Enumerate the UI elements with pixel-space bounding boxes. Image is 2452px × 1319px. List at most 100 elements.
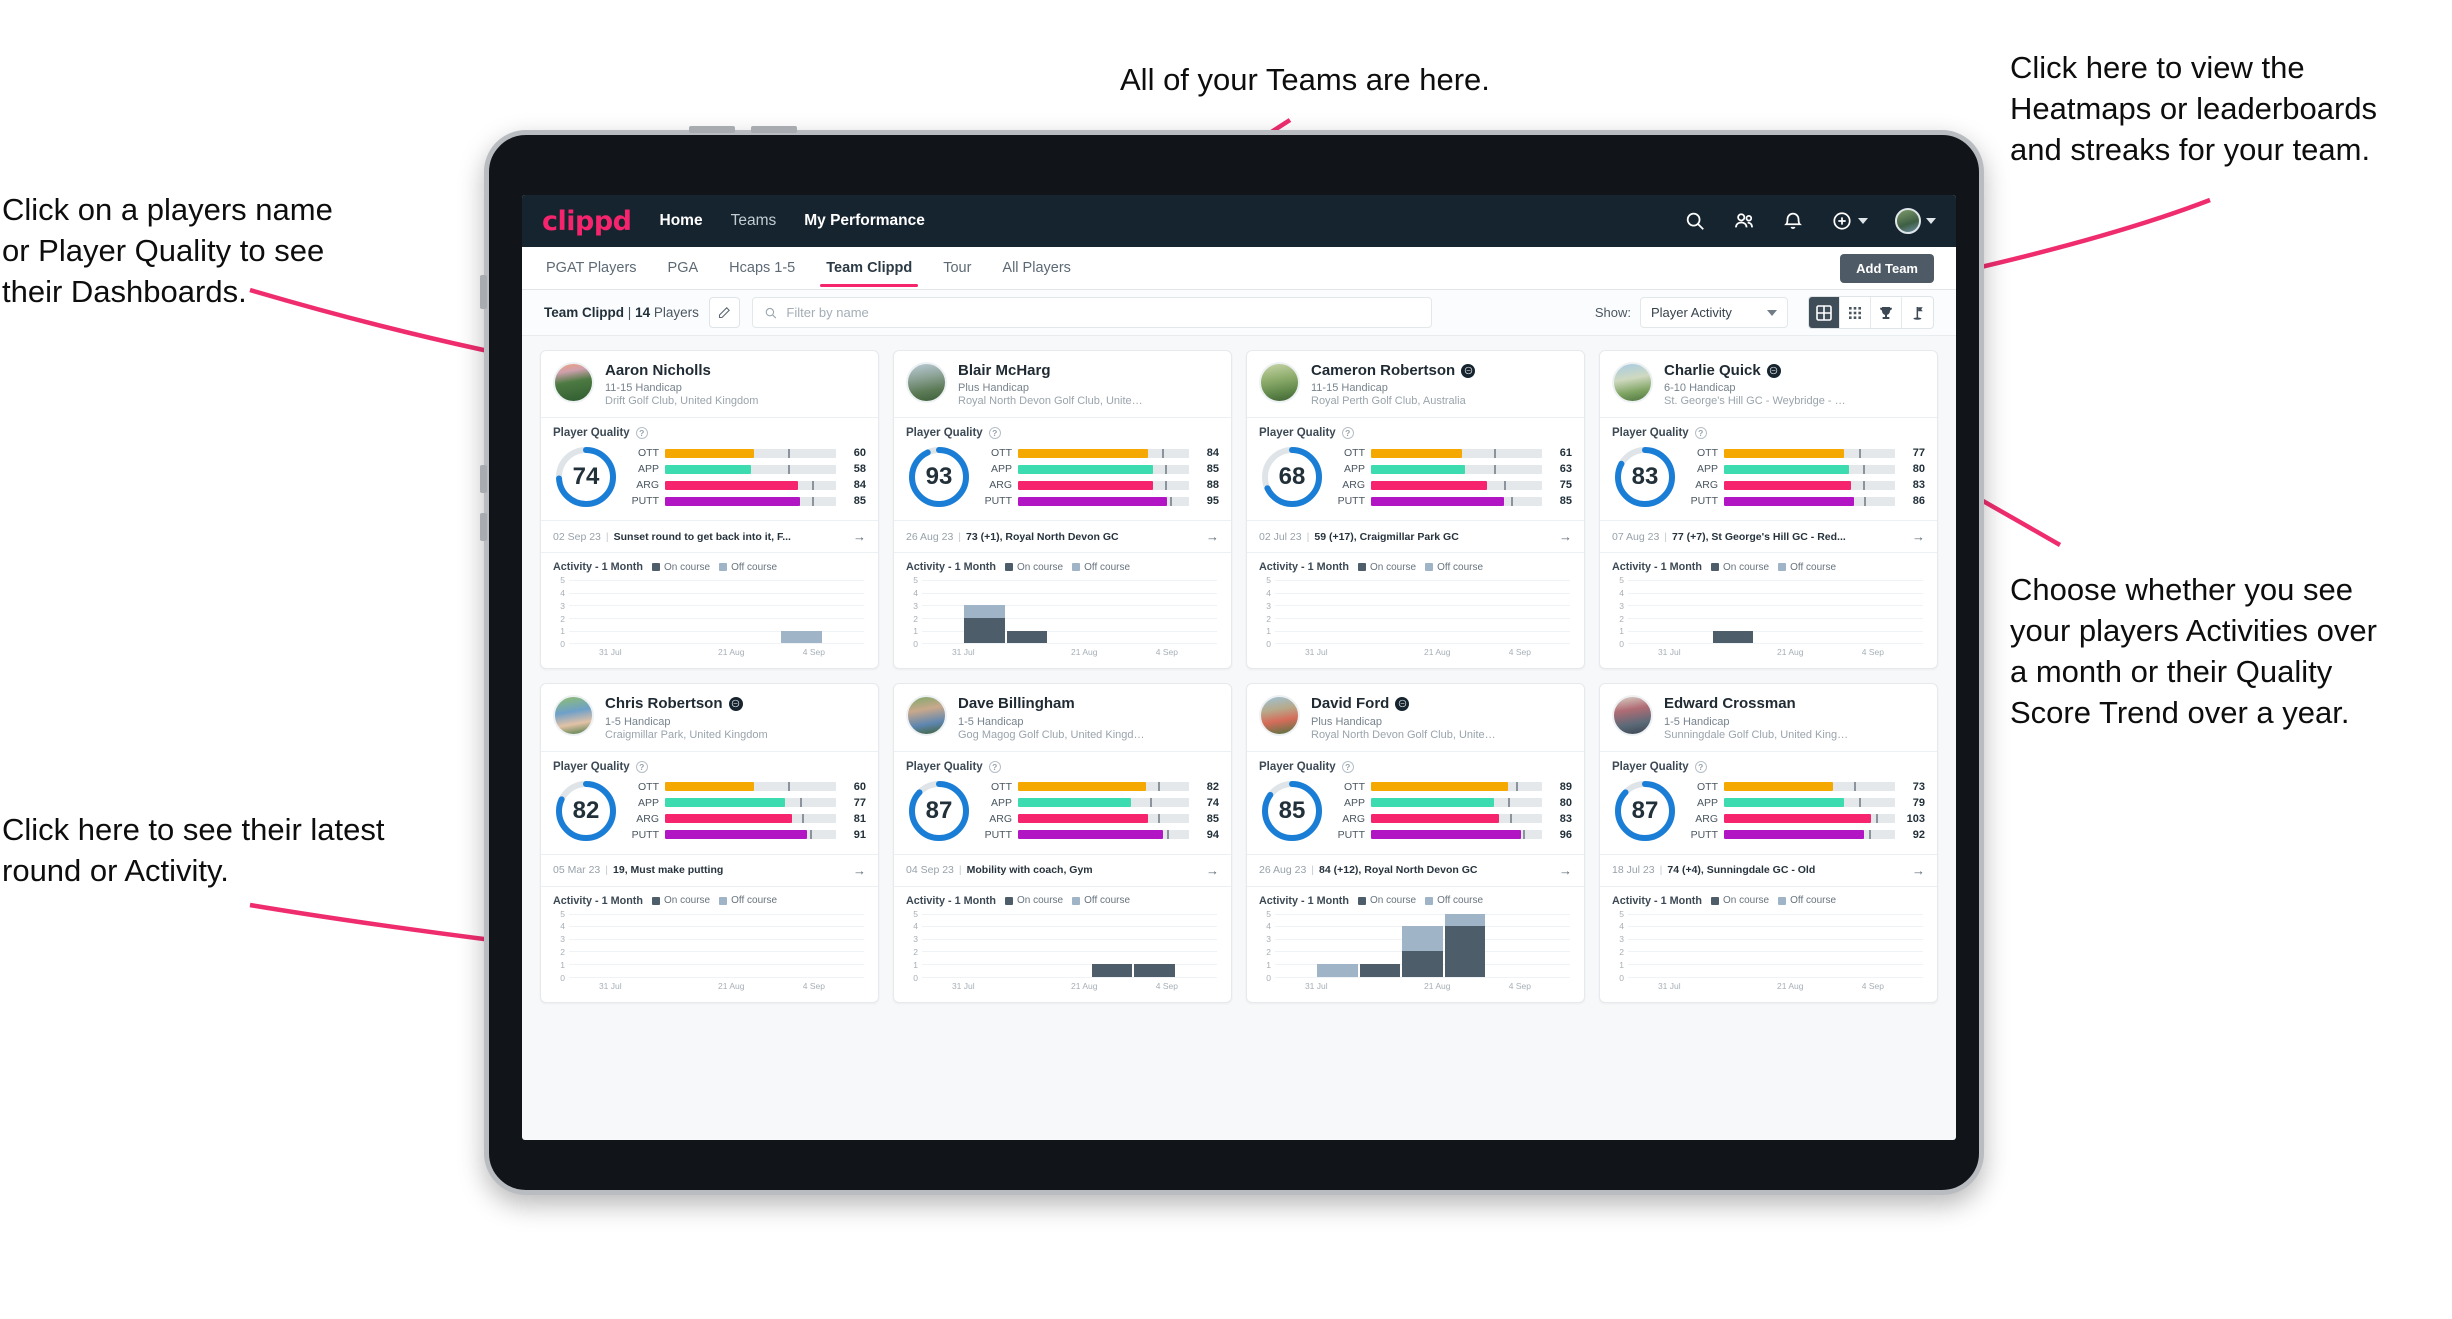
player-name-row[interactable]: Aaron Nicholls — [605, 362, 758, 379]
player-name[interactable]: Cameron Robertson — [1311, 362, 1455, 379]
player-card[interactable]: Cameron Robertson 11-15 Handicap Royal Per… — [1246, 350, 1585, 670]
help-icon[interactable]: ? — [635, 760, 648, 773]
player-avatar[interactable] — [553, 695, 594, 737]
player-card-header[interactable]: David Ford Plus Handicap Royal North Devon… — [1247, 684, 1584, 750]
view-grid-large-button[interactable] — [1809, 297, 1840, 328]
player-name-row[interactable]: Chris Robertson — [605, 695, 768, 712]
player-quality-section[interactable]: Player Quality? 68 OTT 61 APP 63 ARG 75 PUTT 85 — [1247, 417, 1584, 520]
latest-activity-row[interactable]: 07 Aug 23 | 77 (+7), St George's Hill GC -… — [1600, 520, 1937, 552]
view-heatmap-button[interactable] — [1902, 297, 1933, 328]
player-name[interactable]: Aaron Nicholls — [605, 362, 711, 379]
player-quality-ring[interactable]: 93 — [906, 444, 972, 510]
add-team-button[interactable]: Add Team — [1840, 254, 1934, 283]
view-leaderboard-button[interactable] — [1871, 297, 1902, 328]
help-icon[interactable]: ? — [1341, 427, 1354, 440]
tab-tour[interactable]: Tour — [941, 249, 973, 287]
player-card-header[interactable]: Cameron Robertson 11-15 Handicap Royal Per… — [1247, 351, 1584, 417]
player-name[interactable]: Blair McHarg — [958, 362, 1051, 379]
filter-search-box[interactable] — [751, 297, 1432, 328]
player-card[interactable]: Charlie Quick 6-10 Handicap St. George's H… — [1599, 350, 1938, 670]
avatar[interactable] — [1895, 208, 1921, 234]
player-avatar[interactable] — [553, 362, 594, 403]
search-icon[interactable] — [1684, 210, 1706, 232]
latest-arrow-icon[interactable]: → — [1554, 529, 1572, 544]
player-quality-section[interactable]: Player Quality? 87 OTT 73 APP 79 ARG 103 PUTT 92 — [1600, 750, 1937, 854]
tab-hcaps-1-5[interactable]: Hcaps 1-5 — [727, 249, 797, 287]
view-grid-small-button[interactable] — [1840, 297, 1871, 328]
player-name[interactable]: Charlie Quick — [1664, 362, 1761, 379]
user-menu[interactable] — [1895, 208, 1936, 234]
player-avatar[interactable] — [906, 695, 947, 737]
add-menu[interactable] — [1831, 210, 1868, 232]
player-card-header[interactable]: Blair McHarg Plus Handicap Royal North Dev… — [894, 351, 1231, 417]
player-name-row[interactable]: Charlie Quick — [1664, 362, 1852, 379]
help-icon[interactable]: ? — [1694, 760, 1707, 773]
player-avatar[interactable] — [1259, 695, 1300, 737]
tab-pgat-players[interactable]: PGAT Players — [544, 249, 639, 287]
player-quality-section[interactable]: Player Quality? 87 OTT 82 APP 74 ARG 85 PUTT 94 — [894, 750, 1231, 854]
player-card[interactable]: Blair McHarg Plus Handicap Royal North Dev… — [893, 350, 1232, 670]
player-card-header[interactable]: Aaron Nicholls 11-15 Handicap Drift Golf C… — [541, 351, 878, 417]
player-avatar[interactable] — [906, 362, 947, 403]
player-card-header[interactable]: Edward Crossman 1-5 Handicap Sunningdale G… — [1600, 684, 1937, 750]
player-quality-ring[interactable]: 68 — [1259, 444, 1325, 510]
show-select[interactable]: Player Activity — [1640, 297, 1788, 328]
help-icon[interactable]: ? — [1341, 760, 1354, 773]
tab-team-clippd[interactable]: Team Clippd — [820, 249, 919, 287]
player-name[interactable]: Edward Crossman — [1664, 695, 1796, 712]
player-quality-section[interactable]: Player Quality? 82 OTT 60 APP 77 ARG 81 PUTT 91 — [541, 750, 878, 854]
nav-link-home[interactable]: Home — [660, 212, 703, 230]
player-name[interactable]: David Ford — [1311, 695, 1389, 712]
latest-arrow-icon[interactable]: → — [1201, 863, 1219, 878]
latest-activity-row[interactable]: 26 Aug 23 | 73 (+1), Royal North Devon GC → — [894, 520, 1231, 552]
player-avatar[interactable] — [1259, 362, 1300, 403]
search-input[interactable] — [786, 305, 1420, 320]
player-card-header[interactable]: Charlie Quick 6-10 Handicap St. George's H… — [1600, 351, 1937, 417]
latest-activity-row[interactable]: 26 Aug 23 | 84 (+12), Royal North Devon GC… — [1247, 853, 1584, 886]
player-card[interactable]: Aaron Nicholls 11-15 Handicap Drift Golf C… — [540, 350, 879, 670]
latest-arrow-icon[interactable]: → — [1907, 529, 1925, 544]
player-avatar[interactable] — [1612, 695, 1653, 737]
edit-team-button[interactable] — [708, 297, 740, 328]
player-quality-ring[interactable]: 87 — [906, 778, 972, 844]
player-quality-ring[interactable]: 82 — [553, 778, 619, 844]
help-icon[interactable]: ? — [1694, 427, 1707, 440]
nav-link-teams[interactable]: Teams — [731, 212, 777, 230]
player-name[interactable]: Chris Robertson — [605, 695, 723, 712]
latest-arrow-icon[interactable]: → — [848, 529, 866, 544]
player-quality-section[interactable]: Player Quality? 74 OTT 60 APP 58 ARG 84 PUTT 85 — [541, 417, 878, 520]
latest-activity-row[interactable]: 04 Sep 23 | Mobility with coach, Gym → — [894, 853, 1231, 886]
bell-icon[interactable] — [1782, 210, 1804, 232]
player-name-row[interactable]: David Ford — [1311, 695, 1499, 712]
latest-activity-row[interactable]: 18 Jul 23 | 74 (+4), Sunningdale GC - Old → — [1600, 853, 1937, 886]
help-icon[interactable]: ? — [635, 427, 648, 440]
player-card[interactable]: David Ford Plus Handicap Royal North Devon… — [1246, 683, 1585, 1003]
help-icon[interactable]: ? — [988, 427, 1001, 440]
latest-arrow-icon[interactable]: → — [1907, 863, 1925, 878]
latest-arrow-icon[interactable]: → — [848, 863, 866, 878]
nav-link-my-performance[interactable]: My Performance — [804, 212, 925, 230]
player-quality-ring[interactable]: 74 — [553, 444, 619, 510]
player-quality-section[interactable]: Player Quality? 83 OTT 77 APP 80 ARG 83 PUTT 86 — [1600, 417, 1937, 520]
plus-circle-icon[interactable] — [1831, 210, 1853, 232]
player-card-header[interactable]: Dave Billingham 1-5 Handicap Gog Magog Gol… — [894, 684, 1231, 750]
latest-activity-row[interactable]: 02 Sep 23 | Sunset round to get back into … — [541, 520, 878, 552]
player-avatar[interactable] — [1612, 362, 1653, 403]
player-name[interactable]: Dave Billingham — [958, 695, 1075, 712]
people-icon[interactable] — [1733, 210, 1755, 232]
player-card[interactable]: Dave Billingham 1-5 Handicap Gog Magog Gol… — [893, 683, 1232, 1003]
player-quality-ring[interactable]: 85 — [1259, 778, 1325, 844]
latest-arrow-icon[interactable]: → — [1554, 863, 1572, 878]
player-quality-section[interactable]: Player Quality? 85 OTT 89 APP 80 ARG 83 PUTT 96 — [1247, 750, 1584, 854]
tab-pga[interactable]: PGA — [666, 249, 701, 287]
player-card-header[interactable]: Chris Robertson 1-5 Handicap Craigmillar P… — [541, 684, 878, 750]
tab-all-players[interactable]: All Players — [1000, 249, 1073, 287]
latest-activity-row[interactable]: 05 Mar 23 | 19, Must make putting → — [541, 853, 878, 886]
help-icon[interactable]: ? — [988, 760, 1001, 773]
player-name-row[interactable]: Blair McHarg — [958, 362, 1146, 379]
player-quality-ring[interactable]: 87 — [1612, 778, 1678, 844]
player-quality-section[interactable]: Player Quality? 93 OTT 84 APP 85 ARG 88 PUTT 95 — [894, 417, 1231, 520]
player-name-row[interactable]: Edward Crossman — [1664, 695, 1852, 712]
latest-activity-row[interactable]: 02 Jul 23 | 59 (+17), Craigmillar Park GC → — [1247, 520, 1584, 552]
latest-arrow-icon[interactable]: → — [1201, 529, 1219, 544]
